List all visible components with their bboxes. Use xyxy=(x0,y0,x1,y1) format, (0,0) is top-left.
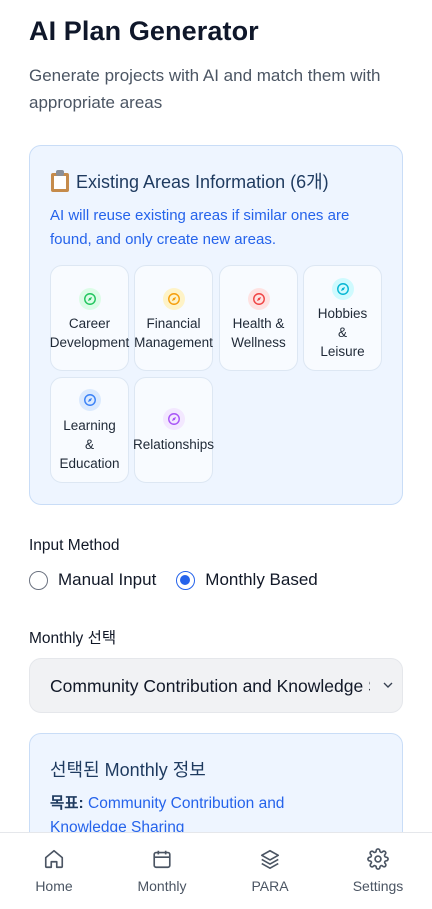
nav-label: Home xyxy=(35,878,73,894)
compass-icon xyxy=(163,288,185,310)
monthly-select-label: Monthly 선택 xyxy=(29,630,117,647)
nav-item-monthly[interactable]: Monthly xyxy=(108,833,216,909)
nav-item-para[interactable]: PARA xyxy=(216,833,324,909)
compass-icon xyxy=(248,288,270,310)
area-label: Development xyxy=(49,335,130,350)
selected-monthly-card: 선택된 Monthly 정보 목표: Community Contributio… xyxy=(29,733,403,832)
area-label: & xyxy=(84,437,94,452)
layers-icon xyxy=(259,848,281,875)
compass-icon xyxy=(332,278,354,300)
area-label: Leisure xyxy=(320,344,365,359)
home-icon xyxy=(43,848,65,875)
area-label: Wellness xyxy=(231,335,286,350)
page-title: AI Plan Generator xyxy=(29,16,259,46)
clipboard-icon xyxy=(50,170,70,192)
nav-item-settings[interactable]: Settings xyxy=(324,833,432,909)
monthly-based-label[interactable]: Monthly Based xyxy=(205,570,317,590)
nav-label: Settings xyxy=(352,878,404,894)
area-label: Management xyxy=(134,335,213,350)
existing-areas-card: Existing Areas Information (6개) AI will … xyxy=(29,145,403,505)
area-tile-health-wellness[interactable]: Health & Wellness xyxy=(219,265,298,371)
manual-input-label[interactable]: Manual Input xyxy=(58,570,156,590)
area-tile-relationships[interactable]: Relationships xyxy=(133,377,214,483)
area-tile-learning-education[interactable]: Learning & Education xyxy=(50,377,129,483)
area-label: Education xyxy=(59,456,120,471)
existing-areas-description: AI will reuse existing areas if similar … xyxy=(50,207,350,248)
monthly-select-value: Community Contribution and Knowledge Sha… xyxy=(50,676,370,696)
existing-areas-title: Existing Areas Information (6개) xyxy=(76,172,329,192)
selected-monthly-goal: 목표: Community Contribution and Knowledge… xyxy=(50,792,360,832)
selected-monthly-title: 선택된 Monthly 정보 xyxy=(50,760,206,780)
existing-areas-header: Existing Areas Information (6개) xyxy=(50,168,329,194)
monthly-select[interactable]: Community Contribution and Knowledge Sha… xyxy=(29,658,403,713)
compass-icon xyxy=(163,408,185,430)
area-label: Health & xyxy=(232,316,285,331)
page-subtitle: Generate projects with AI and match them… xyxy=(29,66,381,112)
main-content[interactable]: AI Plan Generator Generate projects with… xyxy=(0,0,432,832)
chevron-down-icon xyxy=(380,677,396,698)
monthly-based-radio[interactable] xyxy=(176,570,196,590)
area-tile-career-development[interactable]: Career Development xyxy=(50,265,129,371)
area-label: Hobbies xyxy=(317,306,368,321)
area-label: Financial xyxy=(146,316,201,331)
goal-value: Community Contribution and Knowledge Sha… xyxy=(50,795,285,832)
area-tile-hobbies-leisure[interactable]: Hobbies & Leisure xyxy=(303,265,382,371)
nav-item-home[interactable]: Home xyxy=(0,833,108,909)
area-label: Career xyxy=(68,316,111,331)
area-label: Learning xyxy=(63,418,116,433)
area-label: Relationships xyxy=(132,437,215,452)
area-label: & xyxy=(337,325,347,340)
area-tile-financial-management[interactable]: Financial Management xyxy=(134,265,213,371)
input-method-options: Manual Input Monthly Based xyxy=(29,570,318,590)
goal-label: 목표: xyxy=(50,795,84,812)
input-method-label: Input Method xyxy=(29,537,120,554)
manual-input-radio[interactable] xyxy=(29,570,48,590)
nav-label: Monthly xyxy=(137,878,187,894)
gear-icon xyxy=(367,848,389,875)
nav-label: PARA xyxy=(251,878,289,894)
calendar-icon xyxy=(151,848,173,875)
compass-icon xyxy=(79,288,101,310)
compass-icon xyxy=(79,389,101,411)
bottom-nav: Home Monthly PARA Settings xyxy=(0,832,432,909)
